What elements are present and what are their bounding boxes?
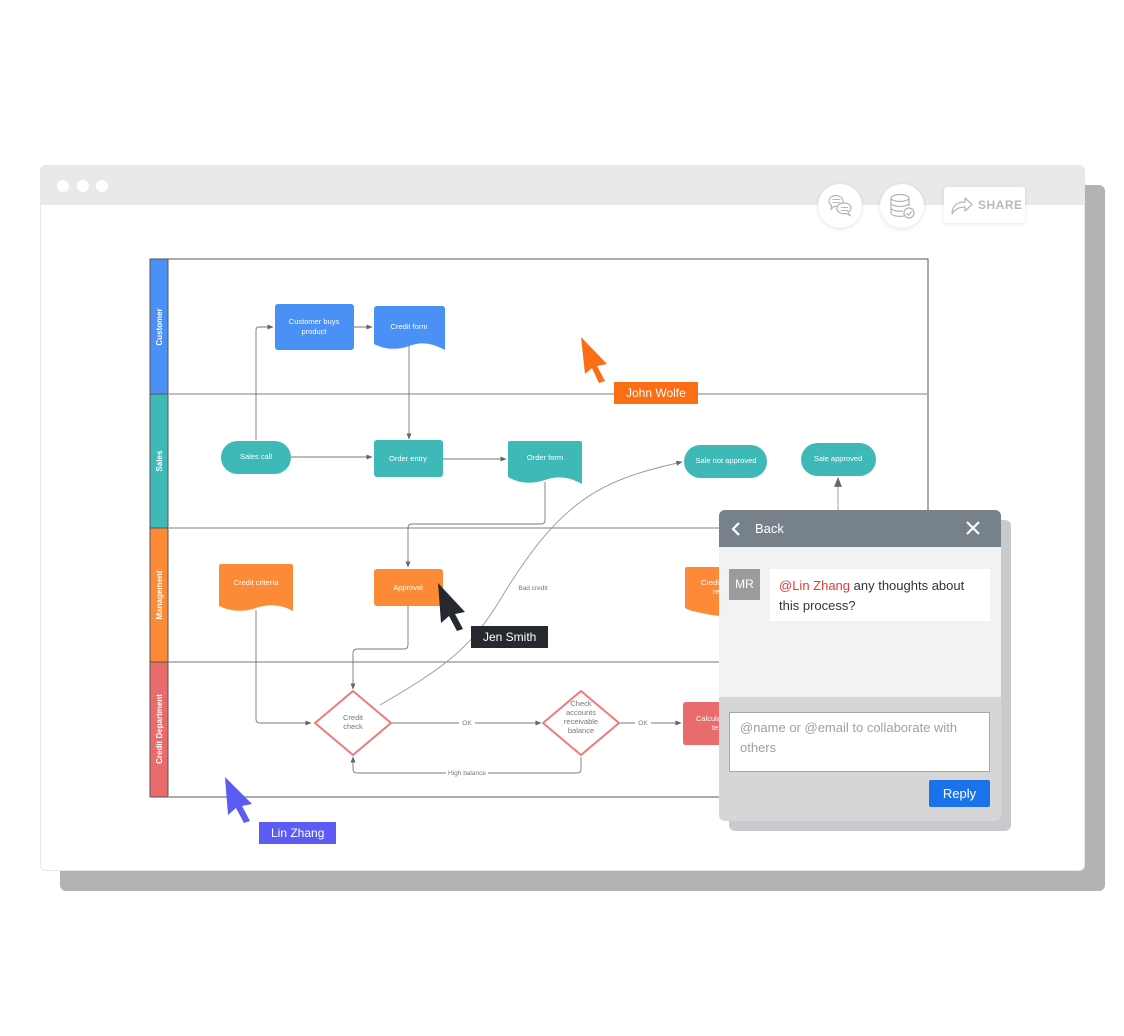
lane-management[interactable]: Management xyxy=(149,527,169,663)
shape-customer-buys-product[interactable]: Customer buys product xyxy=(275,304,354,350)
back-label: Back xyxy=(755,521,784,536)
svg-text:Sale approved: Sale approved xyxy=(814,454,862,463)
svg-text:product: product xyxy=(301,327,327,336)
edge-label-bad-credit: Bad credit xyxy=(518,585,547,592)
svg-text:receivable: receivable xyxy=(564,717,598,726)
svg-text:Order entry: Order entry xyxy=(389,454,427,463)
lane-customer[interactable]: Customer xyxy=(149,258,169,395)
lane-label-management: Management xyxy=(155,570,164,619)
svg-text:Credit form: Credit form xyxy=(390,322,427,331)
svg-text:Check: Check xyxy=(570,699,592,708)
edge-label-ok: OK xyxy=(462,720,472,727)
reply-button[interactable]: Reply xyxy=(929,780,990,807)
svg-text:Order form: Order form xyxy=(527,453,563,462)
svg-text:check: check xyxy=(343,722,363,731)
comment-thread: MR @Lin Zhang any thoughts about this pr… xyxy=(719,547,1001,697)
comment-bubble: @Lin Zhang any thoughts about this proce… xyxy=(770,569,990,621)
shape-sale-approved[interactable]: Sale approved xyxy=(801,443,876,476)
svg-text:Credit: Credit xyxy=(343,713,364,722)
svg-text:Calcula: Calcula xyxy=(696,714,722,723)
edge-label-high-balance: High balance xyxy=(448,770,486,777)
svg-text:te: te xyxy=(712,723,718,732)
lane-sales[interactable]: Sales xyxy=(149,393,169,529)
shape-sale-not-approved[interactable]: Sale not approved xyxy=(684,445,767,478)
reply-input[interactable] xyxy=(729,712,990,772)
shape-sales-call[interactable]: Sales call xyxy=(221,441,291,474)
svg-text:Sales call: Sales call xyxy=(240,452,272,461)
shape-credit-form[interactable]: Credit form xyxy=(374,306,445,350)
svg-text:Credi: Credi xyxy=(701,578,719,587)
collaborator-label-john-wolfe: John Wolfe xyxy=(614,382,698,404)
svg-text:Approval: Approval xyxy=(393,583,423,592)
svg-text:Sale not approved: Sale not approved xyxy=(696,456,757,465)
comment-panel-header: Back xyxy=(719,510,1001,547)
collaborator-label-jen-smith: Jen Smith xyxy=(471,626,549,648)
mention-link[interactable]: @Lin Zhang xyxy=(779,578,850,593)
chevron-left-icon xyxy=(731,522,740,536)
shape-approval[interactable]: Approval xyxy=(374,569,443,606)
lane-label-sales: Sales xyxy=(155,450,164,471)
lane-label-customer: Customer xyxy=(155,308,164,345)
svg-text:balance: balance xyxy=(568,726,594,735)
shape-credit-criteria[interactable]: Credit criteria xyxy=(219,564,293,611)
close-icon[interactable] xyxy=(965,520,981,536)
avatar: MR xyxy=(729,569,760,600)
svg-text:Customer buys: Customer buys xyxy=(289,317,340,326)
edge-label-ok: OK xyxy=(638,720,648,727)
shape-order-form[interactable]: Order form xyxy=(508,441,582,484)
lane-label-credit-department: Credit Department xyxy=(155,694,164,764)
lane-credit-department[interactable]: Credit Department xyxy=(149,661,169,798)
comment-panel: Back MR @Lin Zhang any thoughts about th… xyxy=(719,510,1001,821)
collaborator-label-lin-zhang: Lin Zhang xyxy=(259,822,337,844)
svg-text:accounts: accounts xyxy=(566,708,596,717)
shape-order-entry[interactable]: Order entry xyxy=(374,440,443,477)
svg-text:Credit criteria: Credit criteria xyxy=(234,578,279,587)
